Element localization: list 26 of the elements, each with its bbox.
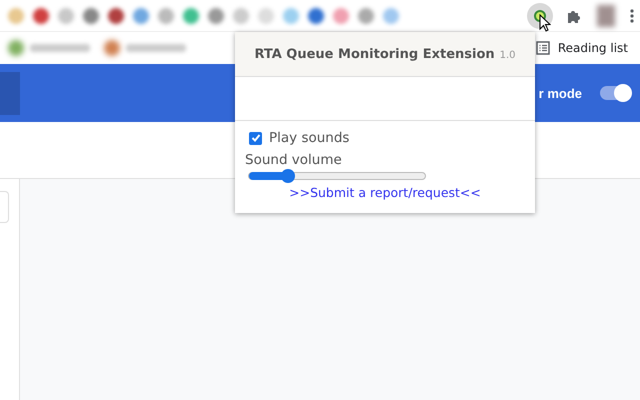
- blurred-bookmark[interactable]: [104, 40, 186, 56]
- blurred-bookmark[interactable]: [8, 40, 90, 56]
- extension-button[interactable]: [527, 2, 553, 28]
- report-link[interactable]: >>Submit a report/request<<: [289, 185, 481, 200]
- blurred-icon[interactable]: [183, 8, 199, 24]
- version-label: 1.0: [500, 50, 516, 60]
- menu-icon[interactable]: [630, 8, 634, 22]
- popup-title: RTA Queue Monitoring Extension: [254, 46, 495, 62]
- avatar-icon[interactable]: [597, 4, 615, 26]
- blurred-icon[interactable]: [33, 8, 49, 24]
- blurred-icon[interactable]: [108, 8, 124, 24]
- checkbox[interactable]: [249, 132, 262, 144]
- blurred-icon[interactable]: [208, 8, 224, 24]
- mode-label: r mode: [538, 86, 582, 100]
- header-block: [0, 72, 20, 114]
- list-icon: [536, 41, 550, 55]
- slider-thumb[interactable]: [280, 169, 295, 183]
- volume-label: Sound volume: [245, 152, 343, 168]
- blurred-icon[interactable]: [133, 8, 149, 24]
- blurred-icon[interactable]: [83, 8, 99, 24]
- mode-toggle[interactable]: [600, 86, 630, 100]
- blurred-icon[interactable]: [358, 8, 374, 24]
- checkbox-label: Play sounds: [269, 130, 350, 146]
- reading-list-button[interactable]: Reading list: [558, 41, 628, 55]
- blurred-icon[interactable]: [308, 8, 324, 24]
- volume-slider[interactable]: [248, 172, 426, 180]
